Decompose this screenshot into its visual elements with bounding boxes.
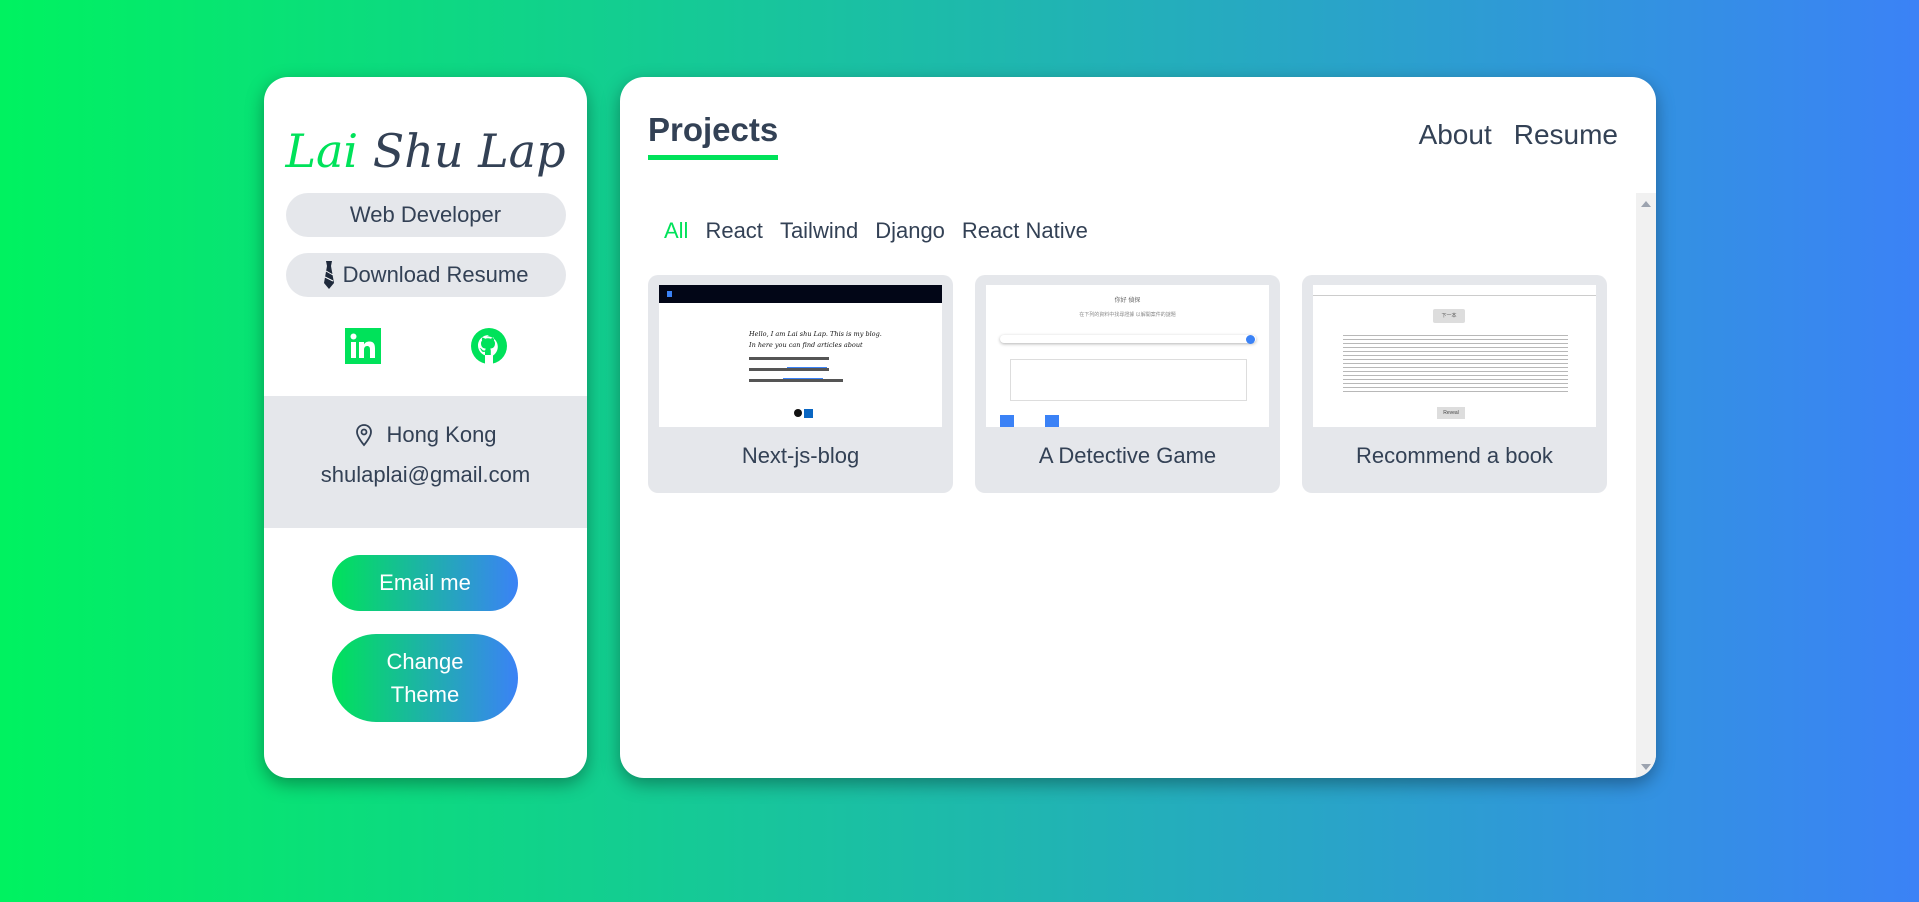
first-name: Lai — [285, 124, 359, 178]
filter-react[interactable]: React — [705, 218, 762, 244]
project-card[interactable]: 下一本 Reveal Recommend a book — [1302, 275, 1607, 493]
thumbnail-next-button: 下一本 — [1433, 309, 1465, 323]
contact-info: Hong Kong shulaplai@gmail.com — [264, 396, 587, 528]
nav-about[interactable]: About — [1419, 119, 1492, 151]
project-title: Recommend a book — [1356, 443, 1553, 468]
project-thumbnail: 你好 偵探 在下列的資料中找尋證據 以解開案件的謎題 — [986, 285, 1269, 427]
map-pin-icon — [356, 424, 373, 447]
tie-icon — [323, 261, 334, 289]
project-title: A Detective Game — [1038, 443, 1217, 468]
filter-django[interactable]: Django — [875, 218, 945, 244]
scrollbar[interactable] — [1636, 193, 1656, 778]
tab-projects[interactable]: Projects — [648, 111, 779, 160]
social-links — [344, 327, 508, 367]
top-nav: About Resume — [1419, 119, 1618, 151]
location: Hong Kong — [264, 422, 587, 448]
project-thumbnail: Hello, I am Lai shu Lap. This is my blog… — [659, 285, 942, 427]
email-me-button[interactable]: Email me — [332, 555, 518, 611]
location-text: Hong Kong — [386, 422, 497, 447]
filter-react-native[interactable]: React Native — [962, 218, 1088, 244]
project-card[interactable]: Hello, I am Lai shu Lap. This is my blog… — [648, 275, 953, 493]
profile-card: Lai Shu Lap Web Developer Download Resum… — [264, 77, 587, 778]
thumbnail-heading: 你好 偵探 — [1114, 298, 1141, 304]
thumbnail-subtitle: 在下列的資料中找尋證據 以解開案件的謎題 — [1079, 312, 1176, 318]
filter-all[interactable]: All — [664, 218, 688, 244]
download-resume-label: Download Resume — [342, 262, 529, 287]
role-badge: Web Developer — [285, 193, 566, 237]
last-name: Shu Lap — [372, 124, 566, 178]
thumbnail-reveal-button: Reveal — [1437, 407, 1465, 419]
filter-tailwind[interactable]: Tailwind — [780, 218, 858, 244]
project-filters: All React Tailwind Django React Native — [664, 218, 1088, 244]
linkedin-icon[interactable] — [344, 327, 382, 365]
project-thumbnail: 下一本 Reveal — [1313, 285, 1596, 427]
profile-name: Lai Shu Lap — [264, 123, 587, 179]
email-text: shulaplai@gmail.com — [320, 462, 531, 487]
project-title: Next-js-blog — [741, 443, 860, 468]
project-card[interactable]: 你好 偵探 在下列的資料中找尋證據 以解開案件的謎題 A Detective G… — [975, 275, 1280, 493]
project-grid: Hello, I am Lai shu Lap. This is my blog… — [648, 275, 1607, 493]
scroll-down-icon[interactable] — [1641, 764, 1651, 770]
nav-resume[interactable]: Resume — [1514, 119, 1618, 151]
scroll-up-icon[interactable] — [1641, 201, 1651, 207]
change-theme-button[interactable]: Change Theme — [332, 634, 518, 722]
projects-panel: Projects About Resume All React Tailwind… — [620, 77, 1656, 778]
download-resume-button[interactable]: Download Resume — [285, 253, 566, 297]
github-icon[interactable] — [470, 327, 508, 365]
thumbnail-text: Hello, I am Lai shu Lap. This is my blog… — [749, 330, 882, 349]
